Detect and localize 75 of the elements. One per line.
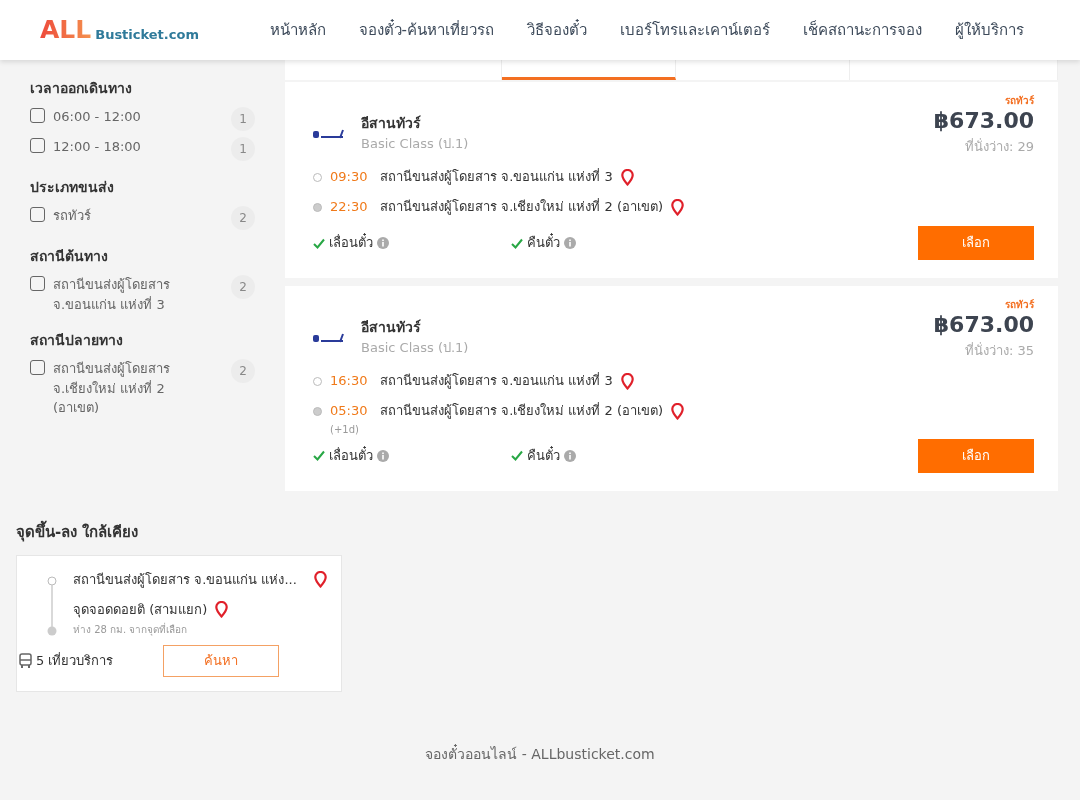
map-pin-icon [314,571,327,589]
checkbox[interactable] [30,360,45,375]
nav-link[interactable]: เช็คสถานะการจอง [803,18,922,42]
count-badge: 2 [231,359,255,383]
logo-text: Busticket.com [95,26,199,45]
seats-available: ที่นั่งว่าง: 29 [964,138,1034,154]
station-name: จุดจอดดอยติ (สามแยก) [73,600,208,619]
station-name: สถานีขนส่งผู้โดยสาร จ.ขอนแก่น แห่ง... [73,571,297,590]
day-offset-note: (+1d) [330,424,359,435]
info-icon [564,237,576,249]
route-dot [313,406,322,416]
info-icon [377,237,389,249]
count-badge: 1 [231,107,255,131]
operator-name: อีสานทัวร์ [361,317,422,337]
nav-link[interactable]: เบอร์โทรและเคาน์เตอร์ [620,18,770,42]
nav-link[interactable]: วิธีจองตั๋ว [527,18,587,42]
filter-option-label: สถานีขนส่งผู้โดยสาร จ.เชียงใหม่ แห่งที่ 2 (อาเขต) [53,360,171,417]
route-line-drawing [47,576,57,636]
station-name: สถานีขนส่งผู้โดยสาร จ.ขอนแก่น แห่งที่ 3 [380,167,613,187]
check-icon [313,237,325,249]
nav-link[interactable]: จองตั๋ว-ค้นหาเที่ยวรถ [358,18,494,42]
station-name: สถานีขนส่งผู้โดยสาร จ.ขอนแก่น แห่งที่ 3 [380,371,613,391]
checkbox[interactable] [30,108,45,123]
policy-label: คืนตั๋ว [527,445,560,465]
map-pin-icon [671,198,685,216]
map-pin-icon [620,372,634,390]
filter-heading: ประเภทขนส่ง [30,178,115,197]
map-pin-icon [215,600,229,618]
check-icon [511,450,523,461]
filter-heading: เวลาออกเดินทาง [30,79,133,98]
operator-name: อีสานทัวร์ [361,113,422,133]
bus-class: Basic Class (ป.1) [361,338,469,357]
departure-time: 09:30 [330,168,369,187]
info-icon [377,449,389,462]
departure-time: 22:30 [330,198,369,217]
nav-link[interactable]: ผู้ให้บริการ [955,18,1024,42]
checkbox[interactable] [30,138,45,153]
filter-option-label: 06:00 - 12:00 [53,108,142,126]
transport-tag: รถทัวร์ [1005,95,1034,106]
check-icon [511,237,523,249]
filter-heading: สถานีปลายทาง [30,331,124,350]
policy-label: เลื่อนตั๋ว [329,233,373,253]
section-heading: จุดขึ้น-ลง ใกล้เคียง [16,520,140,543]
filter-option-label: รถทัวร์ [53,207,92,225]
map-pin-icon [620,168,634,186]
count-badge: 1 [231,137,255,161]
filter-heading: สถานีต้นทาง [30,247,109,266]
departure-time: 05:30 [330,402,369,421]
footer-text: จองตั๋วออนไลน์ - ALLbusticket.com [424,743,656,764]
price: ฿673.00 [933,310,1034,339]
map-pin-icon [671,402,685,420]
checkbox[interactable] [30,207,45,222]
info-icon [564,449,576,462]
bus-icon [19,653,32,668]
filter-option-label: 12:00 - 18:00 [53,138,142,156]
seats-available: ที่นั่งว่าง: 35 [964,342,1034,358]
policy-label: คืนตั๋ว [527,233,560,253]
count-badge: 2 [231,275,255,299]
transport-tag: รถทัวร์ [1005,299,1034,310]
checkbox[interactable] [30,276,45,291]
filter-option-label: สถานีขนส่งผู้โดยสาร จ.ขอนแก่น แห่งที่ 3 [53,276,171,314]
trip-count: 5 เที่ยวบริการ [36,651,114,670]
count-badge: 2 [231,206,255,230]
route-dot [313,172,322,182]
policy-label: เลื่อนตั๋ว [329,445,373,465]
check-icon [313,450,325,461]
station-name: สถานีขนส่งผู้โดยสาร จ.เชียงใหม่ แห่งที่ 2 (อาเขต) [380,197,664,217]
distance-note: ห่าง 28 กม. จากจุดที่เลือก [73,624,188,635]
route-dot [313,202,322,212]
price: ฿673.00 [933,106,1034,135]
route-dot [313,376,322,386]
nav-link[interactable]: หน้าหลัก [269,18,326,42]
departure-time: 16:30 [330,372,369,391]
station-name: สถานีขนส่งผู้โดยสาร จ.เชียงใหม่ แห่งที่ 2 (อาเขต) [380,401,664,421]
bus-class: Basic Class (ป.1) [361,134,469,153]
